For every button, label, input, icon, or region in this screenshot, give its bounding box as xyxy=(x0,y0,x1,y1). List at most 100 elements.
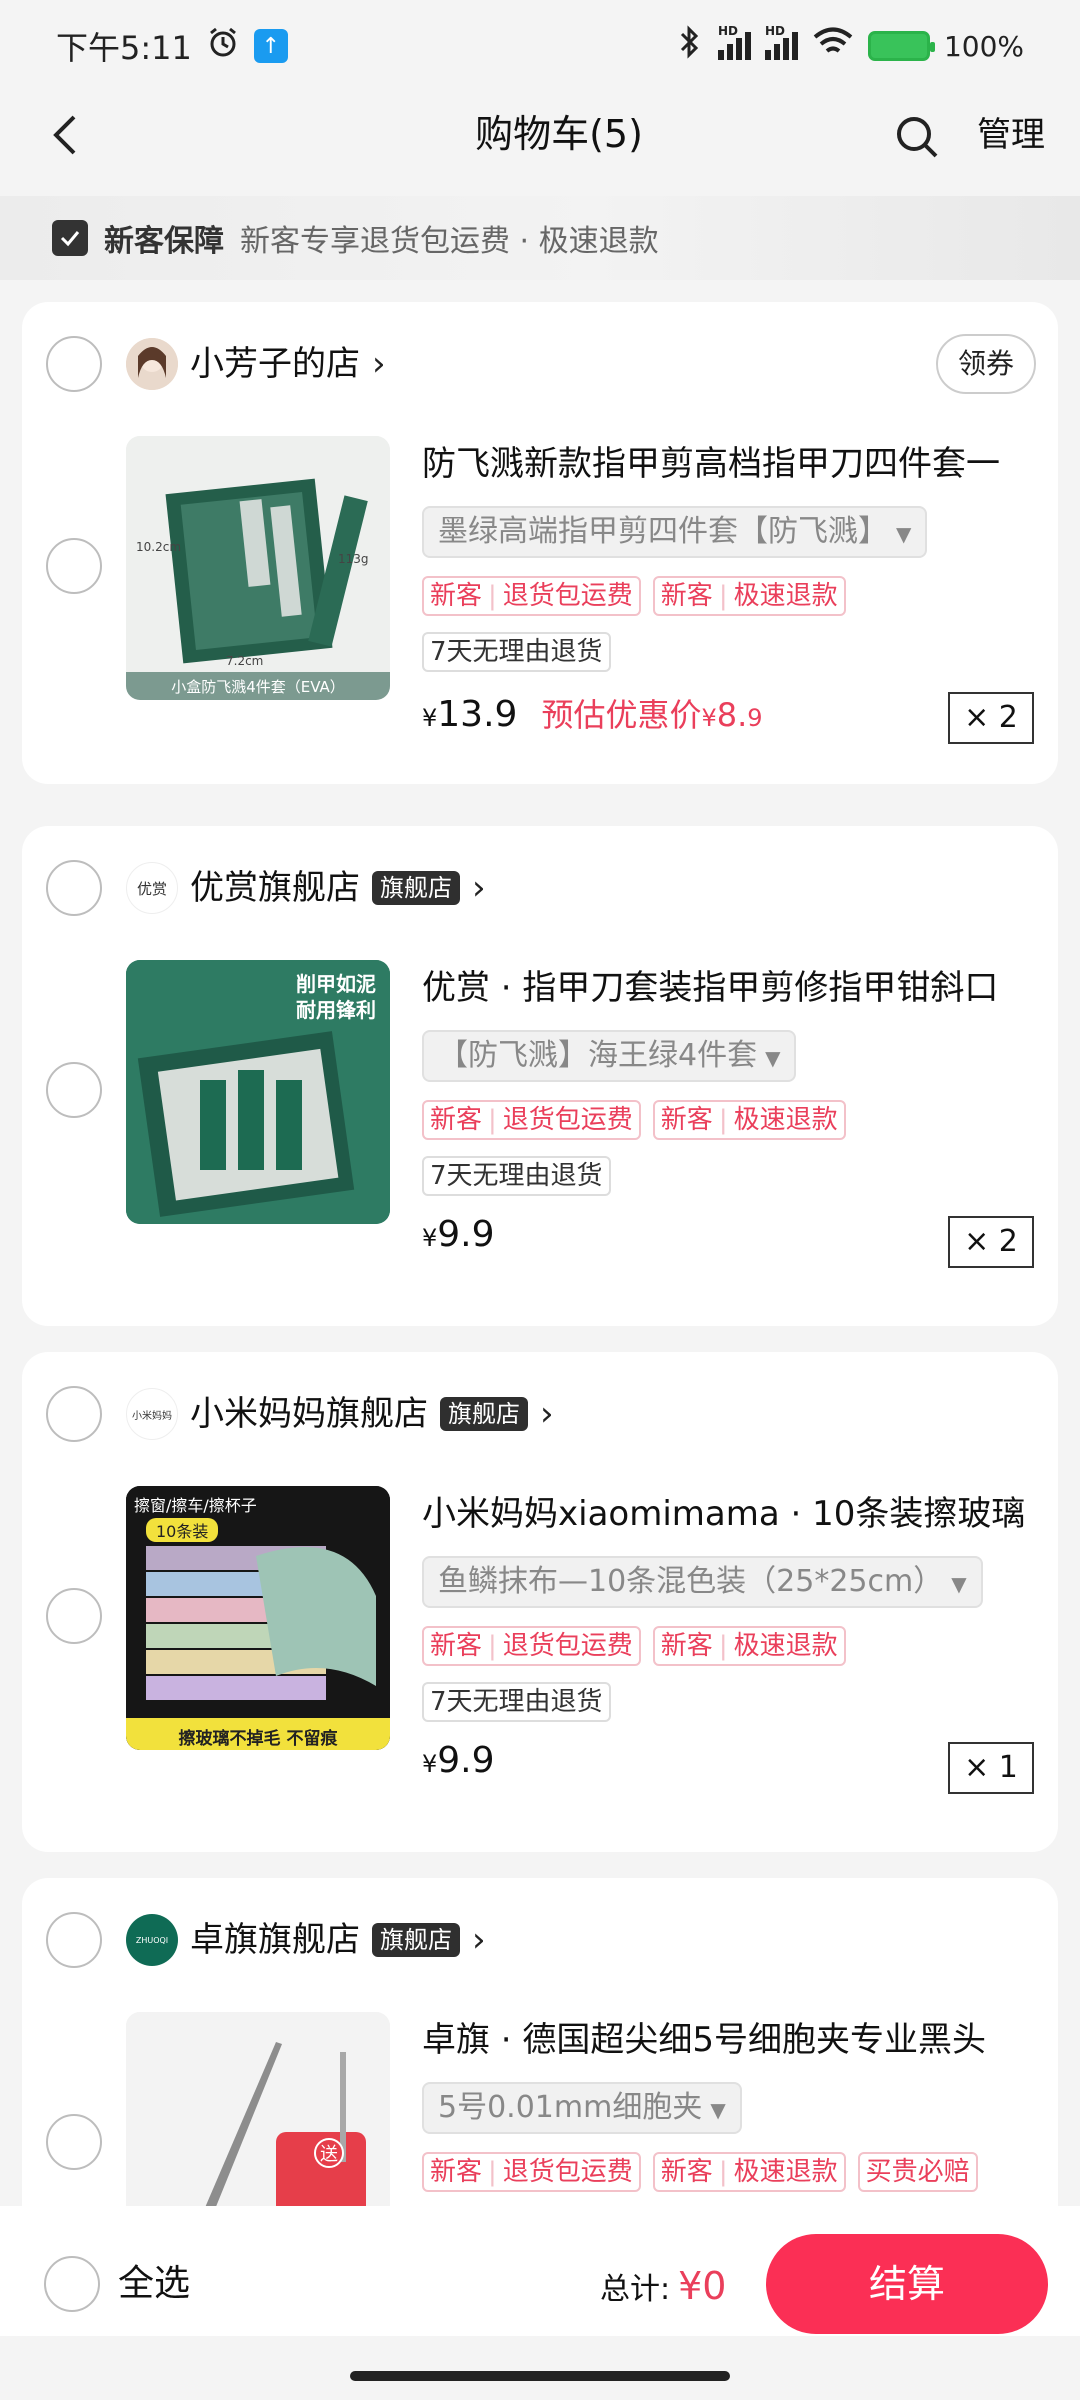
store-logo xyxy=(126,338,178,390)
tag-label: 退货包运费 xyxy=(502,581,633,611)
tag-label: 新客 xyxy=(430,581,483,611)
hd-label-2: HD xyxy=(764,24,785,38)
price-value: 9.9 xyxy=(437,1740,495,1781)
product-image[interactable]: 削甲如泥 耐用锋利 xyxy=(126,960,390,1224)
manage-button[interactable]: 管理 xyxy=(973,111,1049,159)
product-title[interactable]: 小米妈妈xiaomimama · 10条装擦玻璃 xyxy=(422,1492,1034,1536)
select-all-radio[interactable] xyxy=(44,2256,100,2312)
store-select-radio[interactable] xyxy=(46,1912,102,1968)
product-image-bottom-text: 擦玻璃不掉毛 不留痕 xyxy=(178,1729,338,1749)
chevron-right-icon: › xyxy=(472,1920,486,1960)
battery-icon xyxy=(867,31,935,61)
tag-label: 新客 xyxy=(660,2157,713,2187)
price-symbol: ¥ xyxy=(422,1224,438,1252)
quantity-button[interactable]: × 1 xyxy=(948,1742,1034,1794)
store-logo: 小米妈妈 xyxy=(126,1388,178,1440)
promo-dec: 9 xyxy=(747,704,763,732)
coupon-button[interactable]: 领券 xyxy=(936,334,1036,394)
price-symbol: ¥ xyxy=(422,704,438,732)
select-all-label[interactable]: 全选 xyxy=(118,2258,190,2310)
item-select-radio[interactable] xyxy=(46,2114,102,2170)
promo-label: 预估优惠价 xyxy=(541,696,702,734)
product-image-badge: 送 xyxy=(314,2138,344,2168)
total-amount: ¥0 xyxy=(678,2260,726,2312)
hd-label-1: HD xyxy=(717,24,738,38)
promo-symbol: ¥ xyxy=(701,704,717,732)
product-image-dim-height: 10.2cm xyxy=(136,540,182,554)
product-image[interactable]: 擦窗/擦车/擦杯子 10条装 擦玻璃不掉毛 不留痕 xyxy=(126,1486,390,1750)
store-card: 小芳子的店 › 领券 10.2cm 7.2cm 113g 小盒防飞溅4件套（EV… xyxy=(22,302,1058,784)
store-name: 小米妈妈旗舰店 xyxy=(190,1394,428,1434)
quantity-button[interactable]: × 2 xyxy=(948,692,1034,744)
return-shipping-tag: 新客 | 退货包运费 xyxy=(422,576,641,616)
quantity-button[interactable]: × 2 xyxy=(948,1216,1034,1268)
store-select-radio[interactable] xyxy=(46,860,102,916)
store-card: 小米妈妈 小米妈妈旗舰店 旗舰店 › 擦窗/擦车/擦杯子 10条装 擦玻璃不掉毛… xyxy=(22,1352,1058,1852)
store-card: 优赏 优赏旗舰店 旗舰店 › 削甲如泥 耐用锋利 优赏 · 指甲刀套装指甲剪修指… xyxy=(22,826,1058,1326)
back-button[interactable] xyxy=(0,78,130,192)
search-button[interactable] xyxy=(892,112,942,162)
store-name-link[interactable]: 小芳子的店 › xyxy=(190,338,386,390)
sku-selector[interactable]: 墨绿高端指甲剪四件套【防飞溅】 ▼ xyxy=(422,506,928,558)
total-label: 总计: xyxy=(600,2272,671,2307)
chevron-left-icon xyxy=(53,115,76,155)
caret-down-icon: ▼ xyxy=(951,1572,967,1596)
item-select-radio[interactable] xyxy=(46,1588,102,1644)
product-title[interactable]: 优赏 · 指甲刀套装指甲剪修指甲钳斜口 xyxy=(422,966,1034,1010)
sku-selector[interactable]: 5号0.01mm细胞夹 ▼ xyxy=(422,2082,742,2134)
flagship-badge: 旗舰店 xyxy=(372,871,460,905)
store-logo-text: 小米妈妈 xyxy=(132,1410,172,1422)
tag-label: 退货包运费 xyxy=(502,1631,633,1661)
promo-tags: 新客 | 退货包运费 新客 | 极速退款 xyxy=(422,576,846,616)
tag-label: 新客 xyxy=(660,1631,713,1661)
store-name-link[interactable]: 小米妈妈旗舰店 旗舰店 › xyxy=(190,1388,554,1440)
store-name: 优赏旗舰店 xyxy=(190,868,360,908)
chevron-right-icon: › xyxy=(472,868,486,908)
store-select-radio[interactable] xyxy=(46,1386,102,1442)
sku-selector[interactable]: 鱼鳞抹布—10条混色装（25*25cm） ▼ xyxy=(422,1556,983,1608)
chevron-right-icon: › xyxy=(372,344,386,384)
sku-value: 【防飞溅】海王绿4件套 xyxy=(438,1038,758,1073)
status-time: 下午5:11 xyxy=(56,29,192,67)
product-image-line1: 削甲如泥 xyxy=(296,972,376,996)
store-name-link[interactable]: 优赏旗舰店 旗舰店 › xyxy=(190,862,486,914)
product-image-top-text: 擦窗/擦车/擦杯子 xyxy=(134,1496,257,1515)
product-image[interactable]: 10.2cm 7.2cm 113g 小盒防飞溅4件套（EVA） xyxy=(126,436,390,700)
product-title[interactable]: 卓旗 · 德国超尖细5号细胞夹专业黑头 xyxy=(422,2018,1034,2062)
price-row: ¥13.9 预估优惠价¥8.9 xyxy=(422,690,763,736)
battery-percent: 100% xyxy=(943,29,1024,63)
store-name-link[interactable]: 卓旗旗舰店 旗舰店 › xyxy=(190,1914,486,1966)
caret-down-icon: ▼ xyxy=(710,2098,726,2122)
total-value: 0 xyxy=(702,2264,727,2308)
estimated-promo-price: 预估优惠价¥8.9 xyxy=(541,690,762,736)
sku-selector[interactable]: 【防飞溅】海王绿4件套 ▼ xyxy=(422,1030,797,1082)
total-symbol: ¥ xyxy=(678,2264,703,2308)
promo-tags: 新客 | 退货包运费 新客 | 极速退款 xyxy=(422,1100,846,1140)
product-title[interactable]: 防飞溅新款指甲剪高档指甲刀四件套一 xyxy=(422,442,1034,486)
sku-value: 鱼鳞抹布—10条混色装（25*25cm） xyxy=(438,1564,944,1599)
tag-label: 极速退款 xyxy=(733,581,838,611)
tag-label: 新客 xyxy=(430,2157,483,2187)
product-image-caption: 小盒防飞溅4件套（EVA） xyxy=(171,678,345,696)
price-row: ¥9.9 xyxy=(422,1214,495,1255)
alarm-icon xyxy=(206,25,240,67)
price: ¥9.9 xyxy=(422,1740,495,1781)
store-select-radio[interactable] xyxy=(46,336,102,392)
item-select-radio[interactable] xyxy=(46,1062,102,1118)
status-left: 下午5:11 ↑ xyxy=(56,23,288,69)
fast-refund-tag: 新客 | 极速退款 xyxy=(652,576,846,616)
return-shipping-tag: 新客 | 退货包运费 xyxy=(422,1626,641,1666)
new-customer-guarantee-bar[interactable]: 新客保障 新客专享退货包运费 · 极速退款 xyxy=(0,196,1080,280)
price-symbol: ¥ xyxy=(422,1750,438,1778)
product-image-line2: 耐用锋利 xyxy=(296,998,376,1022)
flagship-badge: 旗舰店 xyxy=(440,1397,528,1431)
checkout-button[interactable]: 结算 xyxy=(766,2234,1048,2334)
product-image-badge: 10条装 xyxy=(146,1518,219,1542)
item-select-radio[interactable] xyxy=(46,538,102,594)
seven-day-return-tag: 7天无理由退货 xyxy=(422,1156,611,1196)
tag-label: 新客 xyxy=(430,1631,483,1661)
price: ¥13.9 xyxy=(422,694,517,735)
price: ¥9.9 xyxy=(422,1214,495,1255)
store-logo-text: 优赏 xyxy=(136,879,167,898)
home-indicator[interactable] xyxy=(350,2371,730,2381)
